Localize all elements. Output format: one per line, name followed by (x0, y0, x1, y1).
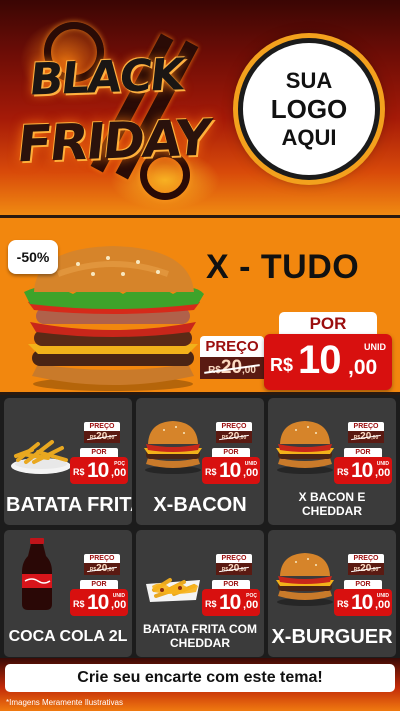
price-unit: UNID (244, 461, 257, 467)
price-currency: R$ (205, 467, 217, 477)
product-name: X BACON E CHEDDAR (298, 490, 366, 518)
old-price-label: PREÇO (348, 554, 384, 563)
price-currency: R$ (205, 599, 217, 609)
burger-icon (272, 404, 338, 480)
soda-bottle-icon (8, 536, 74, 612)
old-price: R$20,00 (216, 431, 252, 443)
product-card[interactable]: PREÇO R$20,00 POR R$ 10 ,00 UNID X-BURGU… (268, 530, 396, 657)
new-price: R$ 10 ,00 UNID (334, 589, 392, 616)
old-price: R$20,00 (216, 563, 252, 575)
price-dec: ,00 (243, 599, 259, 611)
old-price: R$20,00 (348, 431, 384, 443)
product-name: X-BURGUER (271, 626, 393, 648)
old-price-label: PREÇO (84, 422, 120, 431)
old-price-label: PREÇO (200, 336, 264, 358)
price-int: 10 (219, 591, 241, 614)
price-currency: R$ (73, 467, 85, 477)
price-currency: R$ (337, 467, 349, 477)
header-banner: BLACK FRIDAY SUA LOGO AQUI (0, 0, 400, 215)
new-price: R$ 10 ,00 UNID (334, 457, 392, 484)
price-unit: UNID (376, 461, 389, 467)
black-friday-title-line2: FRIDAY (14, 108, 213, 174)
logo-placeholder[interactable]: SUA LOGO AQUI (238, 38, 380, 180)
old-price: R$20,00 (348, 563, 384, 575)
old-price: R$20,00 (84, 431, 120, 443)
logo-text-line2: LOGO (270, 94, 348, 124)
price-dec: ,00 (111, 599, 127, 611)
product-card[interactable]: PREÇO R$20,00 POR R$ 10 ,00 UNID COCA CO… (4, 530, 132, 657)
product-name: BATATA FRITA COM CHEDDAR (143, 622, 257, 650)
price-currency: R$ (73, 599, 85, 609)
discount-badge: -50% (8, 240, 58, 274)
price-unit: UNID (364, 342, 386, 352)
old-price: R$20,00 (84, 563, 120, 575)
price-currency: R$ (270, 355, 294, 375)
fries-icon (8, 404, 74, 480)
product-card[interactable]: PREÇO R$20,00 POR R$ 10 ,00 UNID X BACON… (268, 398, 396, 525)
new-price: R$ 10 ,00 UNID (202, 457, 260, 484)
logo-text-line1: SUA (285, 68, 333, 93)
price-dec: ,00 (375, 599, 391, 611)
product-card[interactable]: PREÇO R$20,00 POR R$ 10 ,00 UNID X-BACON (136, 398, 264, 525)
price-dec: ,00 (375, 467, 391, 479)
new-price: R$ 10 ,00 POÇ (202, 589, 260, 616)
new-price: R$ 10 ,00 POÇ (70, 457, 128, 484)
price-int: 10 (219, 459, 241, 482)
product-name: BATATA FRITA (6, 494, 132, 516)
product-card[interactable]: PREÇO R$20,00 POR R$ 10 ,00 POÇ BATATA F… (4, 398, 132, 525)
price-int: 10 (298, 338, 341, 382)
old-price-label: PREÇO (216, 422, 252, 431)
new-price: R$ 10 ,00 UNID (264, 334, 392, 390)
price-currency: R$ (337, 599, 349, 609)
price-unit: POÇ (114, 461, 125, 467)
price-dec: ,00 (348, 356, 378, 379)
old-price: R$20,00 (200, 357, 264, 379)
price-int: 10 (351, 459, 373, 482)
price-dec: ,00 (111, 467, 127, 479)
old-price-label: PREÇO (348, 422, 384, 431)
fries-cheddar-icon (140, 536, 206, 612)
new-price-label: POR (279, 312, 377, 336)
burger-icon (272, 536, 338, 612)
featured-product-name: X - TUDO (206, 248, 360, 286)
logo-text-line3: AQUI (281, 125, 337, 150)
old-price-label: PREÇO (216, 554, 252, 563)
product-name: COCA COLA 2L (8, 628, 128, 645)
price-int: 10 (87, 459, 109, 482)
price-unit: UNID (376, 593, 389, 599)
price-unit: UNID (112, 593, 125, 599)
price-unit: POÇ (246, 593, 257, 599)
new-price: R$ 10 ,00 UNID (70, 589, 128, 616)
burger-icon (140, 404, 206, 480)
disclaimer-text: *Imagens Meramente Ilustrativas (6, 698, 123, 707)
price-int: 10 (87, 591, 109, 614)
cta-banner[interactable]: Crie seu encarte com este tema! (5, 664, 395, 692)
old-price-label: PREÇO (84, 554, 120, 563)
product-card[interactable]: PREÇO R$20,00 POR R$ 10 ,00 POÇ BATATA F… (136, 530, 264, 657)
price-int: 10 (351, 591, 373, 614)
price-dec: ,00 (243, 467, 259, 479)
black-friday-title-line1: BLACK (26, 49, 186, 106)
featured-product[interactable]: -50% X - TUDO PREÇO R$20,00 POR R$ 10 ,0… (0, 215, 400, 395)
product-name: X-BACON (153, 494, 247, 516)
